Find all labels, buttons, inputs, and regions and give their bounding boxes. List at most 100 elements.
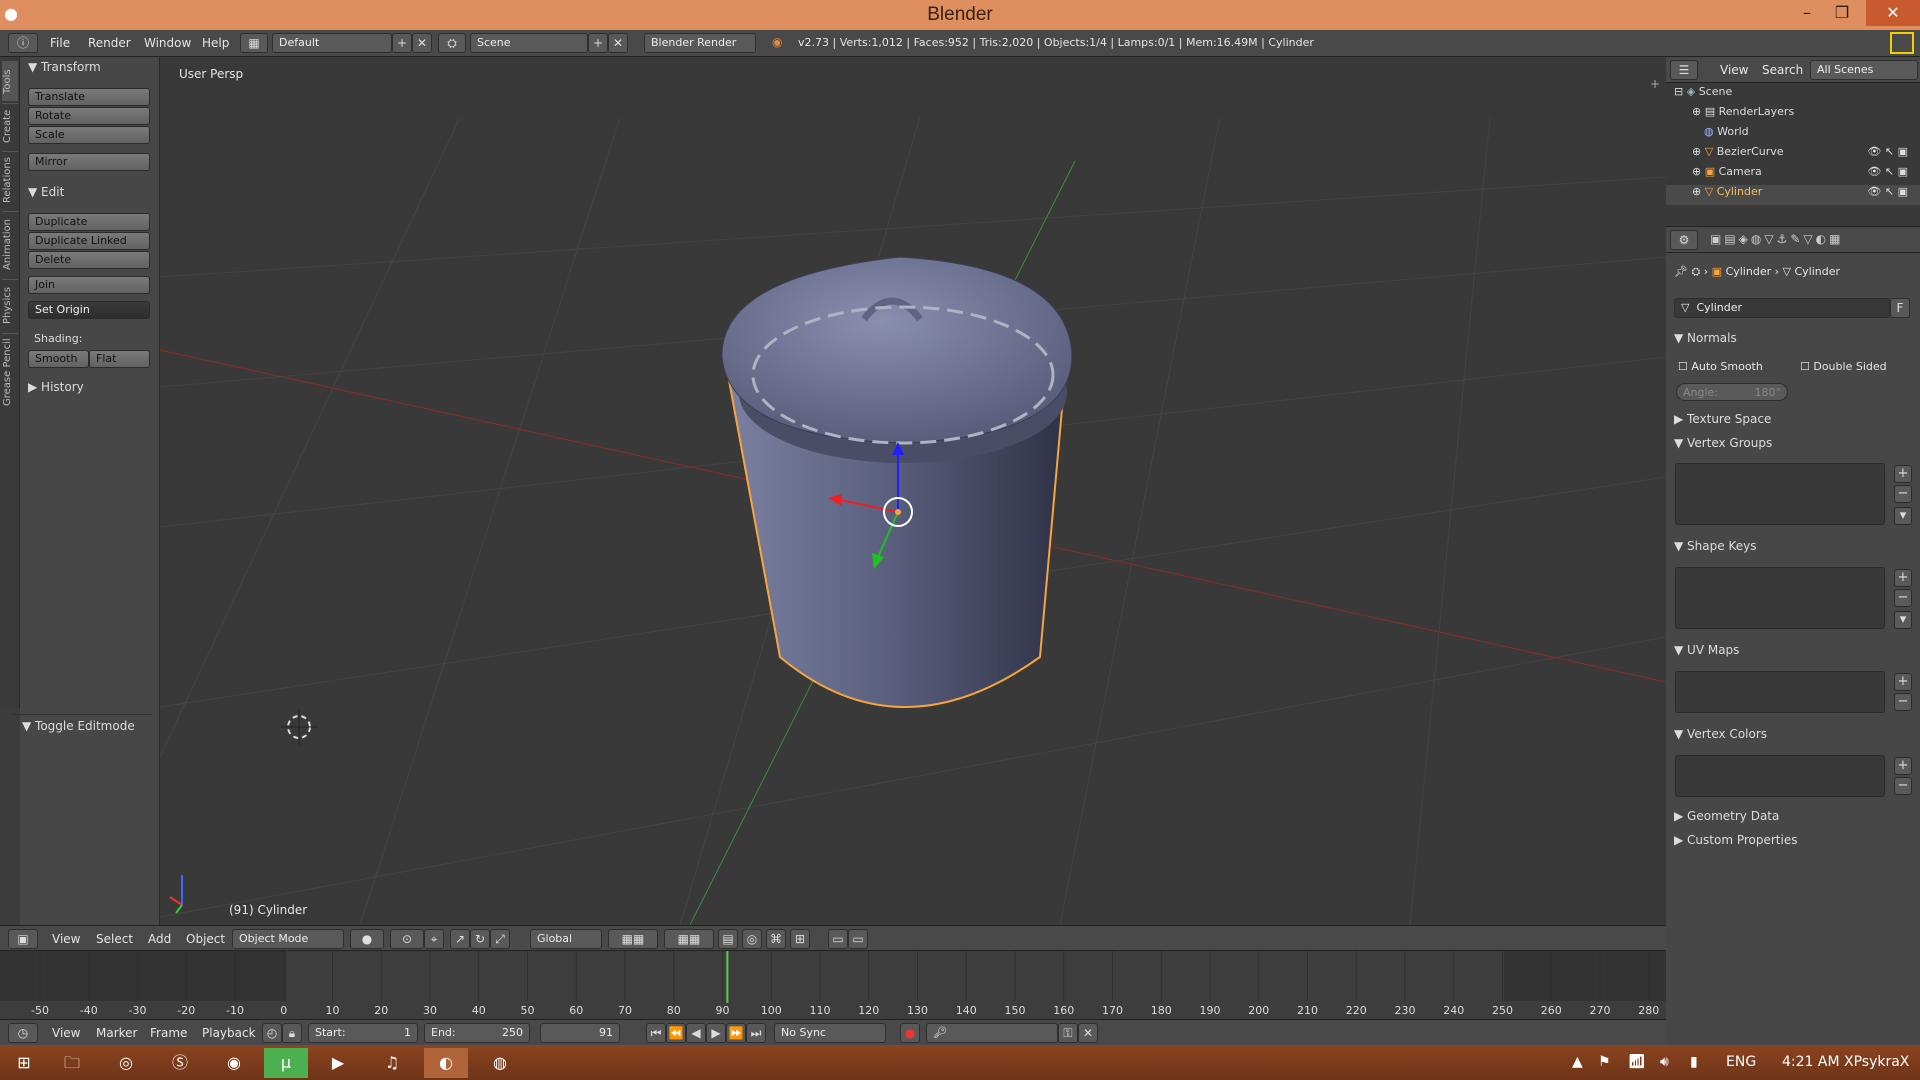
audio-app-icon[interactable]: ♫ — [370, 1048, 414, 1078]
shape-key-menu-button[interactable]: ▾ — [1894, 611, 1912, 629]
tab-create[interactable]: Create — [2, 103, 18, 149]
utorrent-icon[interactable]: µ — [264, 1048, 308, 1078]
vertex-groups-panel-header[interactable]: ▼ Vertex Groups — [1674, 436, 1772, 450]
file-explorer-icon[interactable]: 🗀︎ — [50, 1048, 94, 1078]
sync-mode-selector[interactable]: No Sync — [774, 1023, 886, 1043]
shape-keys-list[interactable] — [1675, 567, 1885, 629]
add-vertex-color-button[interactable]: + — [1894, 757, 1912, 775]
3d-viewport[interactable]: User Persp (91) Cylinder + — [160, 57, 1666, 925]
custom-properties-panel-header[interactable]: ▶ Custom Properties — [1674, 833, 1797, 847]
menu-help[interactable]: Help — [202, 36, 229, 50]
outliner-menu-search[interactable]: Search — [1762, 63, 1803, 77]
tab-tools[interactable]: Tools — [2, 61, 18, 101]
shape-keys-panel-header[interactable]: ▼ Shape Keys — [1674, 539, 1756, 553]
tab-grease-pencil[interactable]: Grease Pencil — [2, 333, 18, 411]
fake-user-button[interactable]: F — [1890, 298, 1910, 318]
jump-keyframe-forward-icon[interactable]: ⏩ — [726, 1023, 746, 1043]
remove-uv-map-button[interactable]: − — [1894, 693, 1912, 711]
3d-cursor-icon[interactable] — [281, 709, 317, 745]
outliner-row-beziercurve[interactable]: ⊕ ▽ BezierCurve 👁︎ ↖ ▣ — [1666, 145, 1920, 165]
render-layer-icon[interactable]: ▤ — [718, 929, 738, 949]
transform-orientation-selector[interactable]: Global — [530, 929, 602, 949]
menu-view[interactable]: View — [52, 932, 80, 946]
trash-can-object[interactable] — [721, 256, 1073, 708]
jump-start-icon[interactable]: ⏮ — [646, 1023, 666, 1043]
render-anim-icon[interactable]: ▭ — [848, 929, 868, 949]
auto-smooth-checkbox[interactable]: ☐ Auto Smooth — [1678, 360, 1763, 373]
translate-button[interactable]: Translate — [28, 88, 150, 106]
delete-button[interactable]: Delete — [28, 251, 150, 269]
pivot-point-icon[interactable]: ⊙ — [390, 929, 424, 949]
record-icon[interactable]: ● — [900, 1023, 920, 1043]
play-reverse-icon[interactable]: ◀ — [686, 1023, 706, 1043]
network-icon[interactable]: 📶︎ — [1628, 1054, 1646, 1070]
add-shape-key-button[interactable]: + — [1894, 569, 1912, 587]
menu-add[interactable]: Add — [148, 932, 171, 946]
menu-select[interactable]: Select — [96, 932, 133, 946]
add-scene-icon[interactable]: + — [588, 33, 608, 53]
translate-manipulator-icon[interactable]: ↗ — [450, 929, 470, 949]
keying-set-field[interactable]: 🔑︎ — [926, 1023, 1058, 1043]
snap-icon[interactable]: ⌘ — [766, 929, 786, 949]
outliner-row-cylinder[interactable]: ⊕ ▽ Cylinder 👁︎ ↖ ▣ — [1666, 185, 1920, 205]
outliner-editor-icon[interactable]: ☰ — [1670, 60, 1698, 80]
visibility-icon[interactable]: 👁︎ ↖ ▣ — [1867, 165, 1908, 178]
vertex-colors-panel-header[interactable]: ▼ Vertex Colors — [1674, 727, 1767, 741]
lock-range-icon[interactable]: 🔒︎ — [282, 1023, 302, 1043]
action-center-icon[interactable]: ⚑ — [1598, 1054, 1611, 1070]
current-frame-field[interactable]: 91 — [540, 1023, 620, 1043]
menu-object[interactable]: Object — [186, 932, 225, 946]
transform-panel-header[interactable]: ▼ Transform — [28, 60, 101, 74]
grip-icon[interactable] — [1890, 32, 1914, 54]
layers-grid-2-icon[interactable]: ▦▦ — [664, 929, 714, 949]
remove-layout-icon[interactable]: ✕ — [412, 33, 432, 53]
tl-menu-frame[interactable]: Frame — [150, 1026, 187, 1040]
steam-icon[interactable]: ◎ — [104, 1048, 148, 1078]
vertex-colors-list[interactable] — [1675, 755, 1885, 797]
language-indicator[interactable]: ENG — [1726, 1054, 1756, 1070]
jump-keyframe-back-icon[interactable]: ⏪ — [666, 1023, 686, 1043]
play-icon[interactable]: ▶ — [706, 1023, 726, 1043]
manipulator-toggle-icon[interactable]: ⌖ — [424, 929, 444, 949]
tl-menu-marker[interactable]: Marker — [96, 1026, 137, 1040]
timeline-editor-icon[interactable]: ◷ — [8, 1023, 38, 1043]
add-uv-map-button[interactable]: + — [1894, 673, 1912, 691]
outliner-row-camera[interactable]: ⊕ ▣ Camera 👁︎ ↖ ▣ — [1666, 165, 1920, 185]
scale-manipulator-icon[interactable]: ⤢ — [490, 929, 510, 949]
remove-scene-icon[interactable]: ✕ — [608, 33, 628, 53]
end-frame-field[interactable]: End: 250 — [424, 1023, 530, 1043]
geometry-data-panel-header[interactable]: ▶ Geometry Data — [1674, 809, 1779, 823]
rotate-manipulator-icon[interactable]: ↻ — [470, 929, 490, 949]
join-button[interactable]: Join — [28, 276, 150, 294]
angle-field[interactable]: Angle: 180° — [1676, 383, 1788, 401]
viewport-shading-icon[interactable]: ● — [350, 929, 384, 949]
preview-range-icon[interactable]: ◴ — [262, 1023, 282, 1043]
timeline[interactable]: -50 -40 -30 -20 -10 0 10 20 30 40 50 60 70 80 90 100 110… — [0, 951, 1666, 1019]
uv-maps-panel-header[interactable]: ▼ UV Maps — [1674, 643, 1739, 657]
scene-icon[interactable]: ⛭ — [438, 33, 466, 53]
tab-physics[interactable]: Physics — [2, 279, 18, 331]
tl-menu-view[interactable]: View — [52, 1026, 80, 1040]
start-frame-field[interactable]: Start: 1 — [308, 1023, 418, 1043]
normals-panel-header[interactable]: ▼ Normals — [1674, 331, 1737, 345]
add-layout-icon[interactable]: + — [392, 33, 412, 53]
layout-selector[interactable]: Default — [272, 33, 392, 53]
insert-keyframe-icon[interactable]: ⚿ — [1058, 1023, 1078, 1043]
info-editor-icon[interactable]: ⓘ — [8, 33, 38, 53]
skype-icon[interactable]: Ⓢ — [158, 1048, 202, 1078]
remove-shape-key-button[interactable]: − — [1894, 589, 1912, 607]
properties-editor-icon[interactable]: ⚙ — [1670, 230, 1698, 250]
close-button[interactable]: ✕ — [1866, 0, 1920, 26]
maximize-button[interactable]: ❐ — [1820, 0, 1864, 26]
remove-vertex-color-button[interactable]: − — [1894, 777, 1912, 795]
rotate-button[interactable]: Rotate — [28, 107, 150, 125]
menu-render[interactable]: Render — [88, 36, 131, 50]
snap-element-icon[interactable]: ⊞ — [790, 929, 810, 949]
duplicate-button[interactable]: Duplicate — [28, 213, 150, 231]
set-origin-dropdown[interactable]: Set Origin — [28, 301, 150, 319]
scene-selector[interactable]: Scene — [470, 33, 588, 53]
clock[interactable]: 4:21 AM XPsykraX — [1782, 1054, 1909, 1070]
menu-window[interactable]: Window — [144, 36, 191, 50]
blender-taskbar-icon[interactable]: ◐ — [424, 1048, 468, 1078]
jump-end-icon[interactable]: ⏭ — [746, 1023, 766, 1043]
